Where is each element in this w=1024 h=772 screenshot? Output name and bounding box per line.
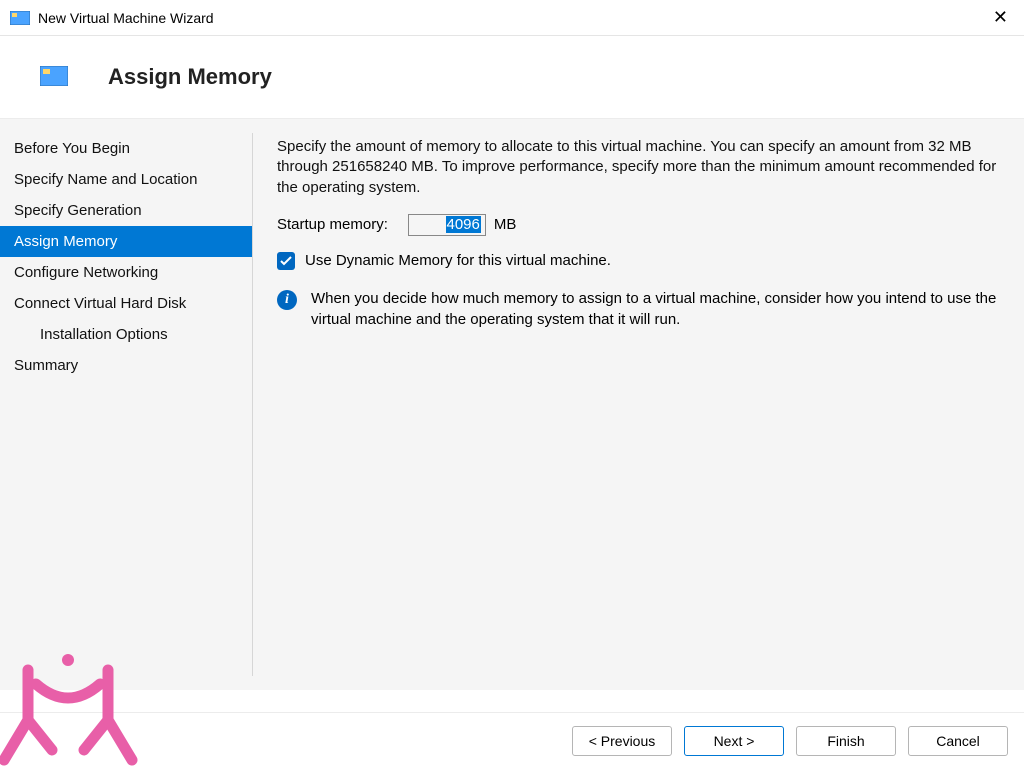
dynamic-memory-label: Use Dynamic Memory for this virtual mach… <box>305 252 611 269</box>
titlebar: New Virtual Machine Wizard ✕ <box>0 0 1024 36</box>
cancel-button[interactable]: Cancel <box>908 726 1008 756</box>
info-text: When you decide how much memory to assig… <box>311 288 1004 330</box>
sidebar-step-4[interactable]: Configure Networking <box>0 257 252 288</box>
wizard-content: Specify the amount of memory to allocate… <box>253 119 1024 690</box>
dynamic-memory-checkbox[interactable] <box>277 252 295 270</box>
memory-unit: MB <box>494 216 517 233</box>
dynamic-memory-row[interactable]: Use Dynamic Memory for this virtual mach… <box>277 252 1004 270</box>
sidebar-step-6[interactable]: Installation Options <box>0 319 252 350</box>
wizard-footer: < Previous Next > Finish Cancel <box>0 712 1024 768</box>
startup-memory-input[interactable]: 4096 <box>408 214 486 236</box>
sidebar-step-2[interactable]: Specify Generation <box>0 195 252 226</box>
sidebar-step-1[interactable]: Specify Name and Location <box>0 164 252 195</box>
wizard-header: Assign Memory <box>0 36 1024 119</box>
sidebar-step-7[interactable]: Summary <box>0 350 252 381</box>
window-title: New Virtual Machine Wizard <box>38 10 987 26</box>
sidebar-step-3[interactable]: Assign Memory <box>0 226 252 257</box>
wizard-steps-sidebar: Before You BeginSpecify Name and Locatio… <box>0 119 252 690</box>
app-icon <box>10 10 30 26</box>
wizard-icon <box>40 66 68 88</box>
page-title: Assign Memory <box>108 64 272 90</box>
wizard-body: Before You BeginSpecify Name and Locatio… <box>0 119 1024 690</box>
intro-text: Specify the amount of memory to allocate… <box>277 137 1004 198</box>
sidebar-step-0[interactable]: Before You Begin <box>0 133 252 164</box>
startup-memory-label: Startup memory: <box>277 216 388 233</box>
finish-button[interactable]: Finish <box>796 726 896 756</box>
startup-memory-row: Startup memory: 4096 MB <box>277 214 1004 236</box>
close-button[interactable]: ✕ <box>987 5 1014 30</box>
info-row: i When you decide how much memory to ass… <box>277 288 1004 330</box>
sidebar-step-5[interactable]: Connect Virtual Hard Disk <box>0 288 252 319</box>
next-button[interactable]: Next > <box>684 726 784 756</box>
info-icon: i <box>277 290 297 310</box>
previous-button[interactable]: < Previous <box>572 726 672 756</box>
